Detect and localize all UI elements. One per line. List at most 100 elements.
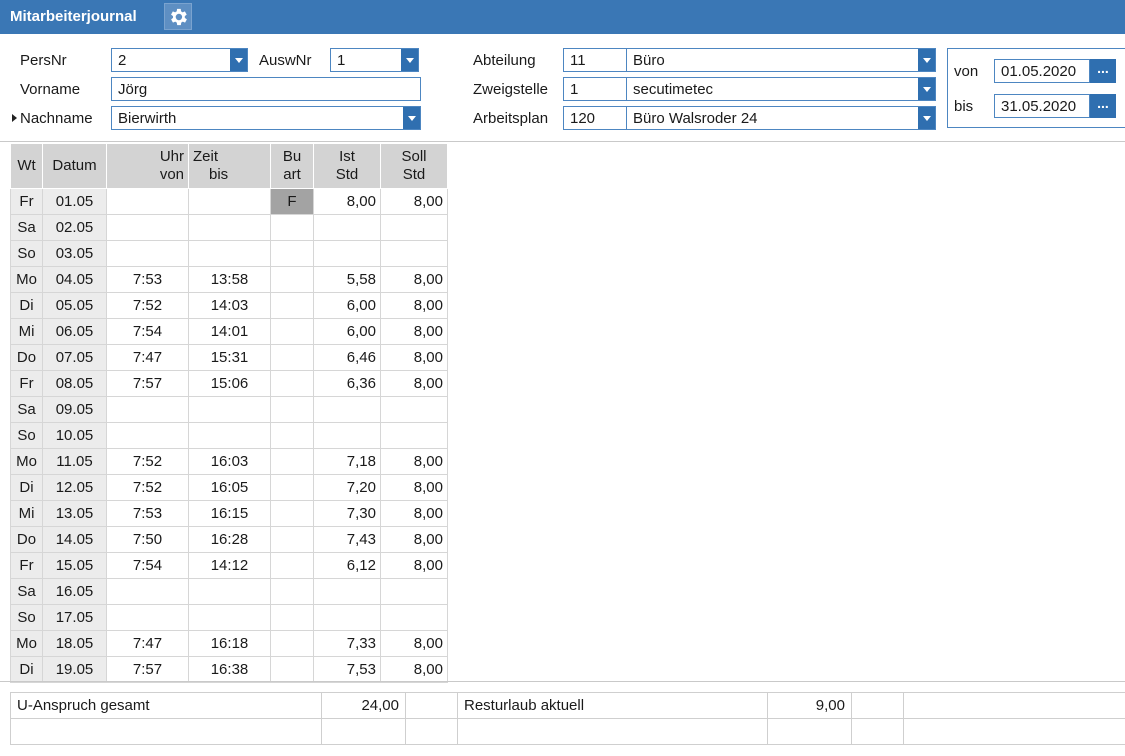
cell-bis[interactable] (188, 422, 271, 449)
table-row[interactable]: Do 07.05 7:47 15:31 6,46 8,00 (10, 344, 448, 371)
cell-buart[interactable] (270, 656, 314, 683)
cell-von[interactable] (106, 396, 189, 423)
persnr-combo[interactable]: 2 (111, 48, 248, 72)
cell-bis[interactable] (188, 578, 271, 605)
settings-button[interactable] (164, 3, 192, 30)
cell-bis[interactable]: 16:03 (188, 448, 271, 475)
nachname-dropdown-button[interactable] (403, 107, 420, 129)
cell-buart[interactable] (270, 266, 314, 293)
arbeitsplan-dropdown-button[interactable] (918, 107, 935, 129)
cell-buart[interactable] (270, 630, 314, 657)
cell-buart[interactable] (270, 552, 314, 579)
auswnr-combo[interactable]: 1 (330, 48, 419, 72)
cell-buart[interactable] (270, 344, 314, 371)
cell-von[interactable] (106, 240, 189, 267)
table-row[interactable]: Sa 02.05 (10, 214, 448, 241)
auswnr-dropdown-button[interactable] (401, 49, 418, 71)
cell-bis[interactable]: 14:12 (188, 552, 271, 579)
cell-bis[interactable] (188, 604, 271, 631)
table-row[interactable]: Mo 18.05 7:47 16:18 7,33 8,00 (10, 630, 448, 657)
cell-von[interactable]: 7:52 (106, 474, 189, 501)
zweigstelle-code-field[interactable]: 1 (563, 77, 627, 101)
table-row[interactable]: Mo 04.05 7:53 13:58 5,58 8,00 (10, 266, 448, 293)
von-date-field[interactable]: 01.05.2020 (994, 59, 1090, 83)
cell-bis[interactable]: 16:05 (188, 474, 271, 501)
von-date-picker-button[interactable]: ... (1090, 59, 1116, 83)
col-header-wt[interactable]: Wt (10, 143, 43, 189)
cell-bis[interactable]: 16:18 (188, 630, 271, 657)
table-row[interactable]: So 03.05 (10, 240, 448, 267)
cell-buart[interactable] (270, 292, 314, 319)
zweigstelle-dropdown-button[interactable] (918, 78, 935, 100)
abteilung-dropdown-button[interactable] (918, 49, 935, 71)
cell-von[interactable] (106, 214, 189, 241)
cell-bis[interactable]: 13:58 (188, 266, 271, 293)
table-row[interactable]: Di 05.05 7:52 14:03 6,00 8,00 (10, 292, 448, 319)
cell-von[interactable]: 7:53 (106, 500, 189, 527)
cell-bis[interactable]: 16:38 (188, 656, 271, 683)
cell-von[interactable]: 7:50 (106, 526, 189, 553)
cell-buart[interactable] (270, 604, 314, 631)
col-header-uhr-von[interactable]: Uhr von (106, 143, 189, 189)
cell-buart[interactable] (270, 318, 314, 345)
arbeitsplan-code-field[interactable]: 120 (563, 106, 627, 130)
zweigstelle-combo[interactable]: secutimetec (626, 77, 936, 101)
col-header-datum[interactable]: Datum (42, 143, 107, 189)
cell-bis[interactable]: 15:06 (188, 370, 271, 397)
cell-von[interactable]: 7:53 (106, 266, 189, 293)
table-row[interactable]: Mi 06.05 7:54 14:01 6,00 8,00 (10, 318, 448, 345)
table-row[interactable]: Fr 15.05 7:54 14:12 6,12 8,00 (10, 552, 448, 579)
cell-bis[interactable]: 14:01 (188, 318, 271, 345)
cell-buart[interactable] (270, 526, 314, 553)
abteilung-combo[interactable]: Büro (626, 48, 936, 72)
vorname-field[interactable]: Jörg (111, 77, 421, 101)
table-row[interactable]: Mo 11.05 7:52 16:03 7,18 8,00 (10, 448, 448, 475)
cell-von[interactable]: 7:54 (106, 552, 189, 579)
table-row[interactable]: Di 19.05 7:57 16:38 7,53 8,00 (10, 656, 448, 683)
arbeitsplan-combo[interactable]: Büro Walsroder 24 (626, 106, 936, 130)
cell-bis[interactable]: 16:15 (188, 500, 271, 527)
cell-von[interactable] (106, 188, 189, 215)
table-row[interactable]: So 10.05 (10, 422, 448, 449)
table-row[interactable]: Fr 08.05 7:57 15:06 6,36 8,00 (10, 370, 448, 397)
cell-bis[interactable]: 16:28 (188, 526, 271, 553)
col-header-zeit-bis[interactable]: Zeit bis (188, 143, 271, 189)
cell-buart[interactable] (270, 422, 314, 449)
table-row[interactable]: Di 12.05 7:52 16:05 7,20 8,00 (10, 474, 448, 501)
cell-bis[interactable]: 15:31 (188, 344, 271, 371)
cell-buart[interactable] (270, 500, 314, 527)
cell-buart[interactable] (270, 448, 314, 475)
persnr-dropdown-button[interactable] (230, 49, 247, 71)
col-header-buart[interactable]: Bu art (270, 143, 314, 189)
cell-bis[interactable]: 14:03 (188, 292, 271, 319)
cell-von[interactable] (106, 604, 189, 631)
cell-von[interactable] (106, 422, 189, 449)
cell-buart[interactable] (270, 474, 314, 501)
cell-bis[interactable] (188, 188, 271, 215)
cell-von[interactable]: 7:47 (106, 344, 189, 371)
cell-von[interactable] (106, 578, 189, 605)
cell-bis[interactable] (188, 396, 271, 423)
cell-buart[interactable] (270, 396, 314, 423)
bis-date-picker-button[interactable]: ... (1090, 94, 1116, 118)
cell-buart[interactable] (270, 214, 314, 241)
cell-von[interactable]: 7:52 (106, 448, 189, 475)
col-header-soll-std[interactable]: Soll Std (380, 143, 448, 189)
table-row[interactable]: Sa 16.05 (10, 578, 448, 605)
cell-bis[interactable] (188, 214, 271, 241)
cell-buart[interactable] (270, 240, 314, 267)
nachname-combo[interactable]: Bierwirth (111, 106, 421, 130)
table-row[interactable]: Fr 01.05 F 8,00 8,00 (10, 188, 448, 215)
cell-von[interactable]: 7:57 (106, 370, 189, 397)
table-row[interactable]: Mi 13.05 7:53 16:15 7,30 8,00 (10, 500, 448, 527)
cell-von[interactable]: 7:47 (106, 630, 189, 657)
cell-von[interactable]: 7:57 (106, 656, 189, 683)
cell-bis[interactable] (188, 240, 271, 267)
abteilung-code-field[interactable]: 11 (563, 48, 627, 72)
bis-date-field[interactable]: 31.05.2020 (994, 94, 1090, 118)
cell-buart[interactable] (270, 370, 314, 397)
cell-von[interactable]: 7:52 (106, 292, 189, 319)
table-row[interactable]: Sa 09.05 (10, 396, 448, 423)
cell-von[interactable]: 7:54 (106, 318, 189, 345)
cell-buart[interactable] (270, 578, 314, 605)
